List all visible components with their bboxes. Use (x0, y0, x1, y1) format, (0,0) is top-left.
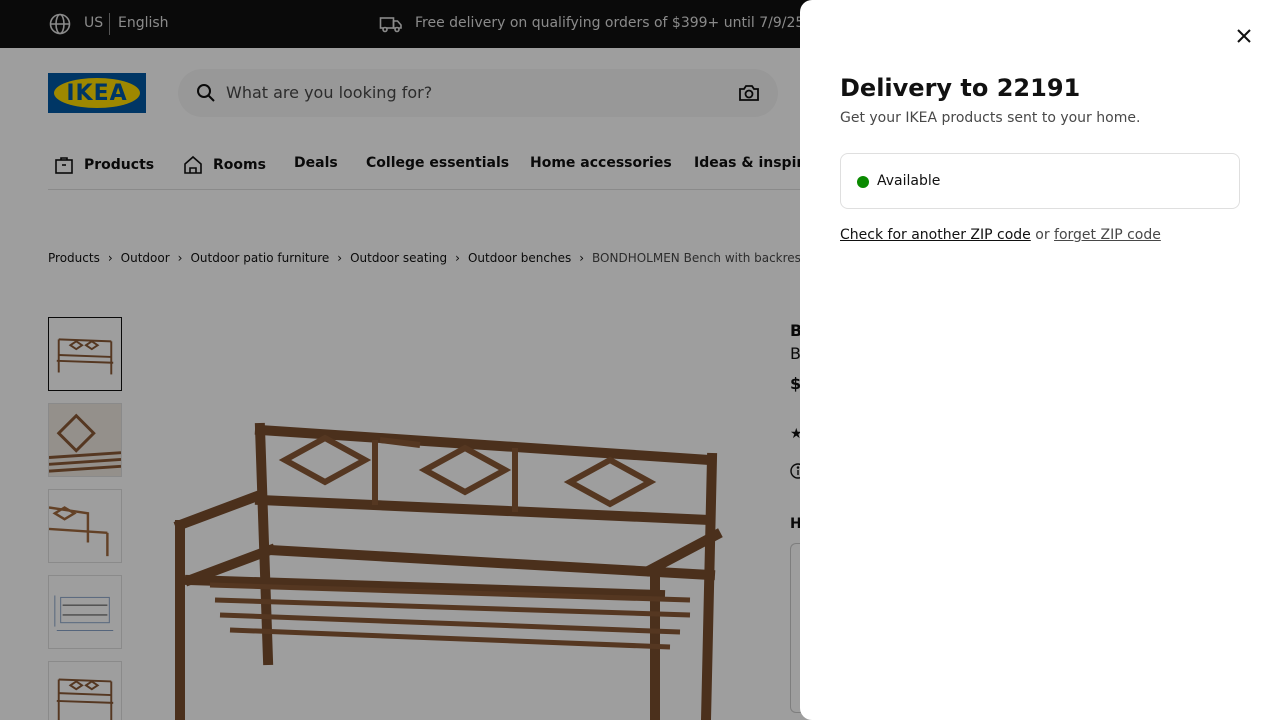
panel-title: Delivery to 22191 (840, 74, 1081, 102)
delivery-panel: Delivery to 22191 Get your IKEA products… (800, 0, 1280, 720)
panel-subtitle: Get your IKEA products sent to your home… (840, 110, 1141, 126)
zip-links: Check for another ZIP code or forget ZIP… (840, 227, 1161, 243)
status-dot-icon (857, 176, 869, 188)
check-zip-link[interactable]: Check for another ZIP code (840, 227, 1031, 243)
close-button[interactable] (1228, 20, 1260, 52)
forget-zip-link[interactable]: forget ZIP code (1054, 227, 1161, 243)
or-text: or (1030, 227, 1055, 243)
availability-box: Available (840, 153, 1240, 209)
close-icon (1237, 29, 1251, 43)
availability-status: Available (877, 173, 941, 189)
